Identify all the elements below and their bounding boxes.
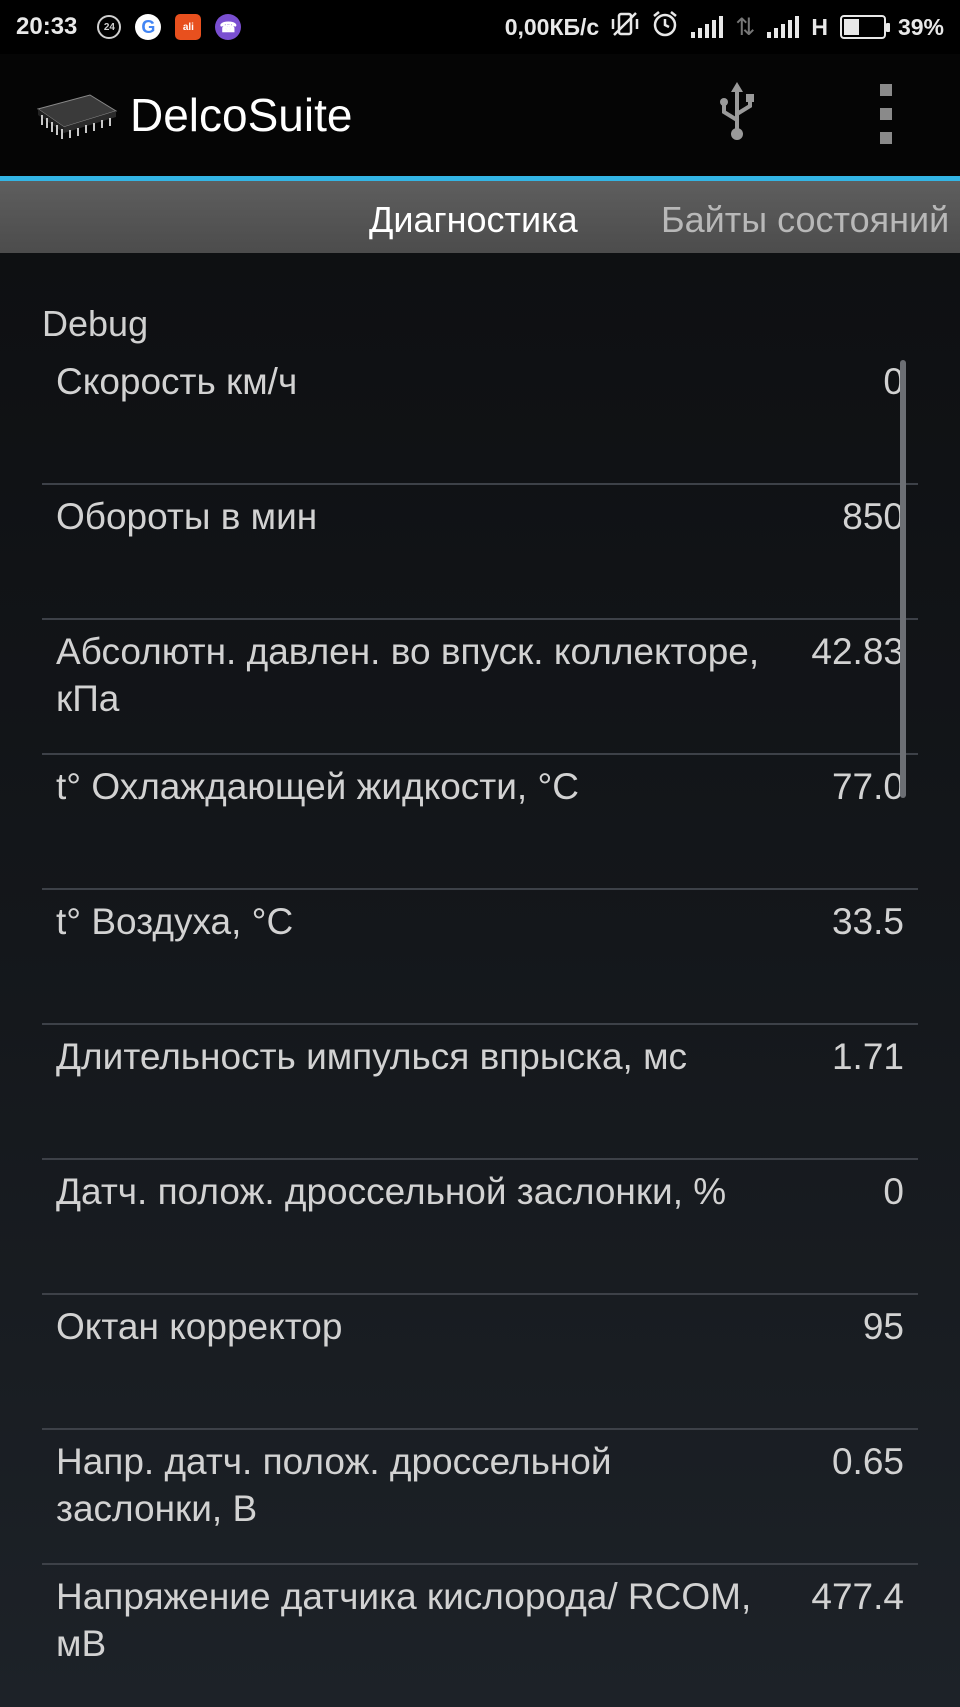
param-value: 477.4 xyxy=(811,1576,904,1617)
list-item[interactable]: Октан корректор 95 xyxy=(42,1295,918,1430)
param-label: t° Охлаждающей жидкости, °C xyxy=(56,766,579,807)
alarm-icon xyxy=(651,10,679,45)
param-value: 0 xyxy=(883,1171,904,1212)
param-value: 850 xyxy=(842,496,904,537)
param-value: 77.0 xyxy=(831,766,904,807)
viber-icon: ☎ xyxy=(215,14,242,40)
param-label: Обороты в мин xyxy=(56,496,318,537)
signal-icon xyxy=(691,16,724,38)
scrollbar[interactable] xyxy=(900,360,906,798)
param-value: 42.83 xyxy=(811,631,904,672)
param-label: Напряжение датчика кислорода/ RCOM, мВ xyxy=(56,1576,752,1664)
vibrate-off-icon xyxy=(611,11,639,44)
news-24-icon: 24 xyxy=(97,15,122,39)
network-type: H xyxy=(811,13,828,40)
data-arrows-icon: ⇅ xyxy=(735,13,756,41)
network-speed: 0,00КБ/с xyxy=(504,13,600,40)
param-label: Октан корректор xyxy=(56,1306,343,1347)
param-value: 95 xyxy=(862,1306,904,1347)
battery-percent: 39% xyxy=(897,13,944,40)
param-label: Скорость км/ч xyxy=(56,361,298,402)
action-bar: DelcoSuite xyxy=(0,54,960,176)
tab-bar: Диагностика Байты состояний xyxy=(0,181,960,253)
app-title: DelcoSuite xyxy=(130,89,353,141)
status-bar: 20:33 24 G ali ☎ 0,00КБ/с ⇅ H 39% xyxy=(0,0,960,54)
list-item[interactable]: Напряжение датчика кислорода/ RCOM, мВ 47… xyxy=(42,1565,918,1700)
list-item[interactable]: Скорость км/ч 0 xyxy=(42,350,918,485)
list-item[interactable]: Датч. полож. дроссельной заслонки, % 0 xyxy=(42,1160,918,1295)
google-icon: G xyxy=(135,14,162,40)
list-item[interactable]: Напр. датч. полож. дроссельной заслонки,… xyxy=(42,1430,918,1565)
battery-icon xyxy=(839,15,890,39)
parameter-list[interactable]: Скорость км/ч 0 Обороты в мин 850 Абсолютн… xyxy=(42,350,918,1700)
usb-icon[interactable] xyxy=(712,82,762,142)
param-label: Датч. полож. дроссельной заслонки, % xyxy=(56,1171,727,1212)
aliexpress-icon: ali xyxy=(175,14,202,40)
param-label: Напр. датч. полож. дроссельной заслонки,… xyxy=(56,1441,612,1529)
param-value: 33.5 xyxy=(831,901,904,942)
param-label: Абсолютн. давлен. во впуск. коллекторе, … xyxy=(56,631,760,719)
chip-icon xyxy=(32,87,118,143)
section-title: Debug xyxy=(42,303,149,344)
list-item[interactable]: t° Охлаждающей жидкости, °C 77.0 xyxy=(42,755,918,890)
param-label: t° Воздуха, °C xyxy=(56,901,294,942)
tab-diagnostics[interactable]: Диагностика xyxy=(369,199,578,241)
overflow-menu-icon[interactable] xyxy=(874,84,898,144)
tab-status-bytes[interactable]: Байты состояний xyxy=(661,199,949,241)
list-item[interactable]: t° Воздуха, °C 33.5 xyxy=(42,890,918,1025)
signal-icon xyxy=(767,16,800,38)
list-item[interactable]: Длительность импулься впрыска, мс 1.71 xyxy=(42,1025,918,1160)
param-value: 0.65 xyxy=(831,1441,904,1482)
param-label: Длительность импулься впрыска, мс xyxy=(56,1036,688,1077)
status-time: 20:33 xyxy=(16,13,78,40)
param-value: 1.71 xyxy=(831,1036,904,1077)
list-item[interactable]: Обороты в мин 850 xyxy=(42,485,918,620)
list-item[interactable]: Абсолютн. давлен. во впуск. коллекторе, … xyxy=(42,620,918,755)
